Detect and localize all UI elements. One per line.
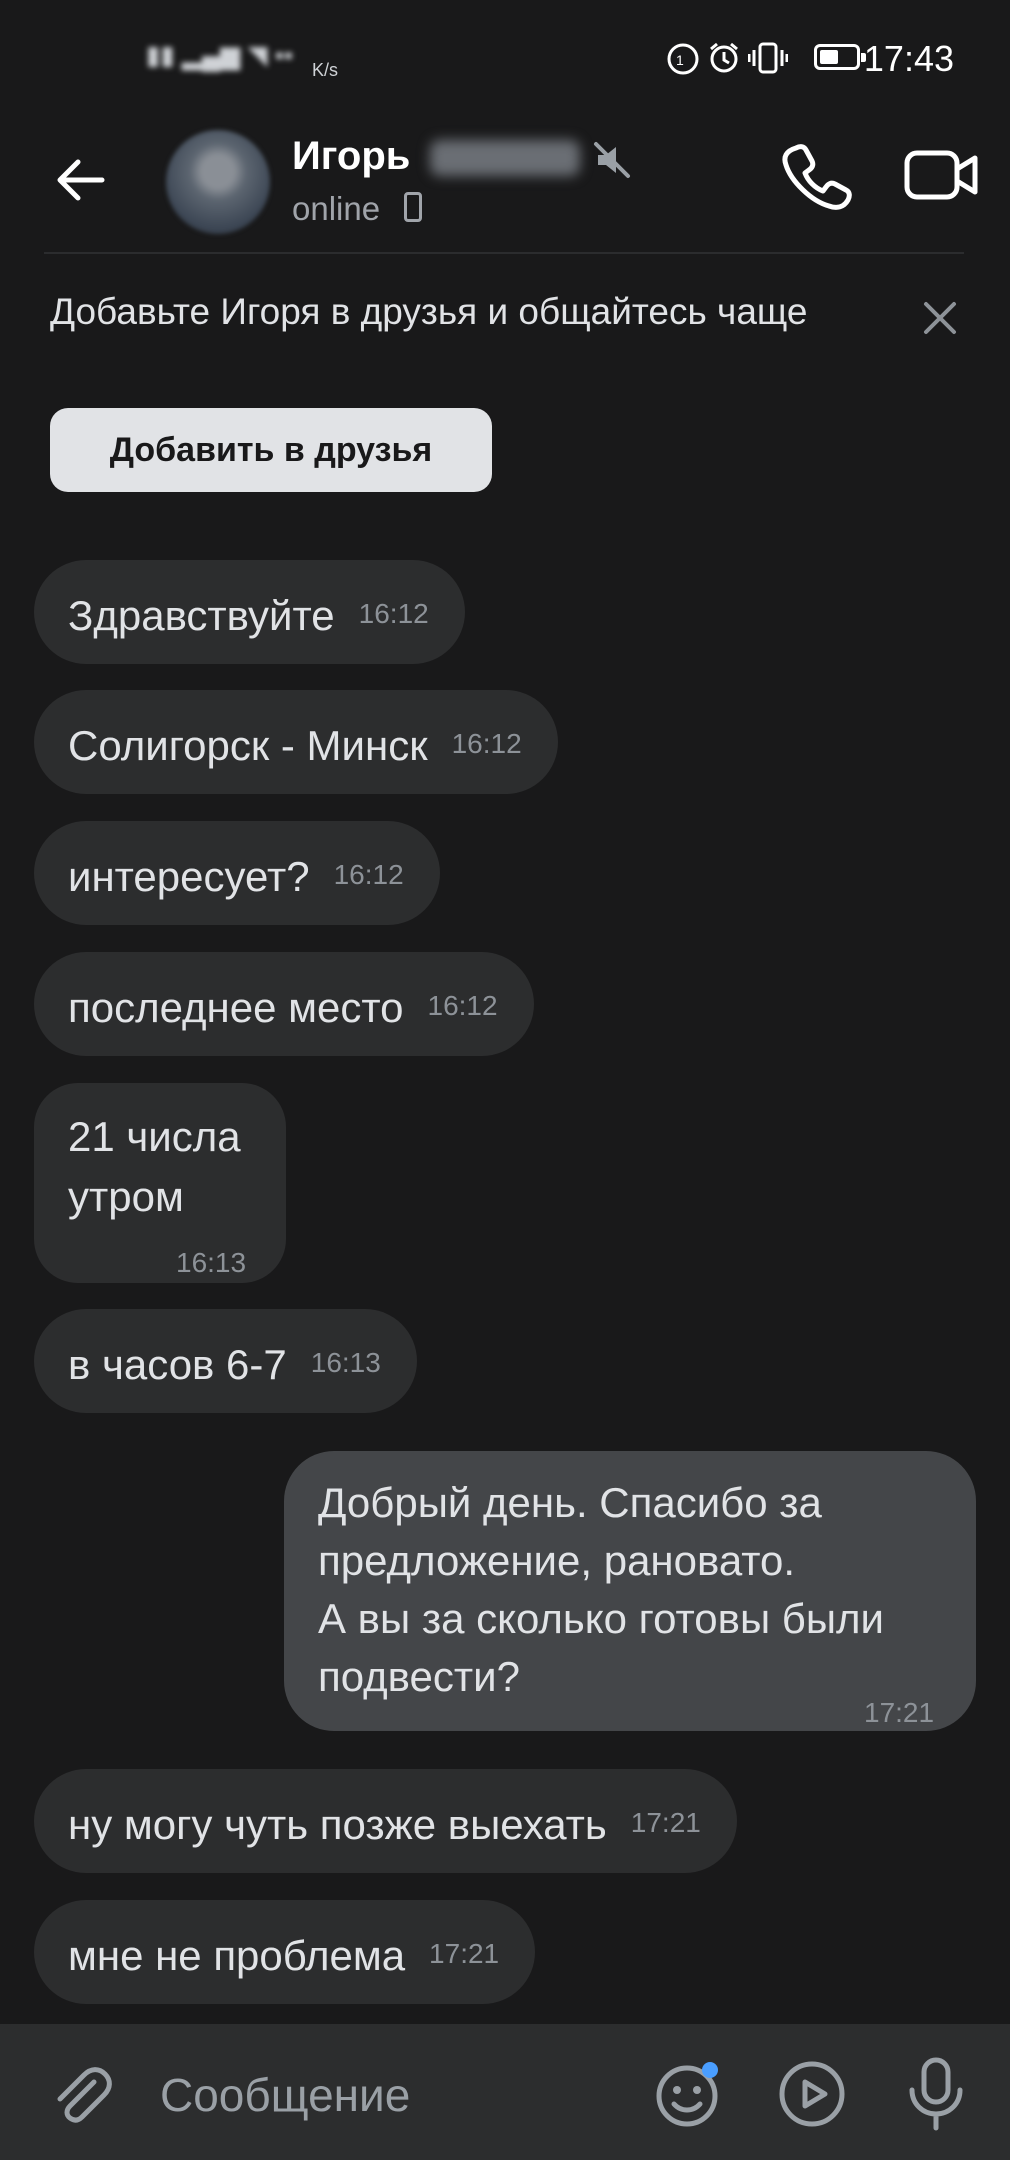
message-time: 16:13 bbox=[176, 1247, 247, 1278]
message-incoming[interactable]: 21 числа утром 16:13 bbox=[34, 1083, 286, 1283]
message-text: мне не проблема bbox=[68, 1932, 406, 1979]
clock: 17:43 bbox=[863, 38, 954, 79]
network-speed: K/s bbox=[312, 60, 339, 80]
add-friend-banner-text: Добавьте Игоря в друзья и общайтесь чаще bbox=[50, 291, 808, 332]
add-friend-button[interactable]: Добавить в друзья bbox=[50, 408, 492, 492]
message-outgoing[interactable]: Добрый день. Спасибо за предложение, ран… bbox=[284, 1451, 976, 1731]
message-time: 17:21 bbox=[864, 1697, 935, 1728]
alarm-icon bbox=[710, 42, 738, 73]
message-incoming[interactable]: мне не проблема 17:21 bbox=[34, 1900, 536, 2004]
online-status: online bbox=[292, 190, 381, 227]
message-input[interactable]: Сообщение bbox=[160, 2068, 410, 2122]
contact-name[interactable]: Игорь bbox=[292, 134, 410, 179]
avatar[interactable] bbox=[166, 130, 270, 234]
back-arrow-icon[interactable] bbox=[50, 150, 110, 210]
message-incoming[interactable]: последнее место 16:12 bbox=[34, 952, 534, 1056]
composer-bar bbox=[0, 2024, 1010, 2160]
message-text: Здравствуйте bbox=[68, 592, 335, 639]
signal-indicators: ▮▮ ▂▄▆ ◥ ▪▪ bbox=[146, 40, 294, 70]
microphone-icon[interactable] bbox=[904, 2056, 968, 2132]
message-incoming[interactable]: Здравствуйте 16:12 bbox=[34, 560, 465, 664]
message-time: 16:12 bbox=[451, 728, 522, 759]
close-icon[interactable] bbox=[920, 298, 960, 338]
emoji-icon[interactable] bbox=[654, 2058, 726, 2130]
play-icon[interactable] bbox=[776, 2058, 848, 2130]
message-text: последнее место bbox=[68, 984, 404, 1031]
message-text: Солигорск - Минск bbox=[68, 722, 428, 769]
message-time: 16:12 bbox=[333, 859, 404, 890]
message-time: 16:12 bbox=[427, 990, 498, 1021]
message-text: предложение, рановато. bbox=[318, 1537, 796, 1584]
message-text: А вы за сколько готовы были bbox=[318, 1595, 885, 1642]
message-time: 17:21 bbox=[429, 1938, 500, 1969]
message-incoming[interactable]: интересует? 16:12 bbox=[34, 821, 440, 925]
message-text: подвести? bbox=[318, 1653, 520, 1700]
data-saver-icon: 1 bbox=[667, 43, 699, 75]
message-time: 17:21 bbox=[630, 1807, 701, 1838]
mute-icon bbox=[594, 142, 630, 178]
vibrate-icon bbox=[748, 42, 788, 74]
message-text: ну могу чуть позже выехать bbox=[68, 1801, 607, 1848]
message-text: в часов 6-7 bbox=[68, 1341, 287, 1388]
header-divider bbox=[44, 252, 964, 254]
battery-icon bbox=[814, 44, 866, 70]
message-time: 16:13 bbox=[310, 1347, 381, 1378]
message-text: интересует? bbox=[68, 853, 310, 900]
attach-icon[interactable] bbox=[48, 2062, 114, 2128]
message-time: 16:12 bbox=[358, 598, 429, 629]
svg-text:1: 1 bbox=[676, 52, 684, 68]
message-incoming[interactable]: ну могу чуть позже выехать 17:21 bbox=[34, 1769, 737, 1873]
video-camera-icon[interactable] bbox=[904, 145, 980, 205]
message-incoming[interactable]: Солигорск - Минск 16:12 bbox=[34, 690, 558, 794]
message-incoming[interactable]: в часов 6-7 16:13 bbox=[34, 1309, 417, 1413]
message-text: Добрый день. Спасибо за bbox=[318, 1479, 822, 1526]
contact-surname-redacted bbox=[430, 140, 580, 176]
mobile-device-icon bbox=[404, 192, 422, 222]
message-text: утром bbox=[68, 1173, 184, 1220]
status-bar: ▮▮ ▂▄▆ ◥ ▪▪ K/s 1 17:43 bbox=[0, 0, 1010, 110]
phone-icon[interactable] bbox=[782, 140, 852, 210]
message-text: 21 числа bbox=[68, 1113, 241, 1160]
